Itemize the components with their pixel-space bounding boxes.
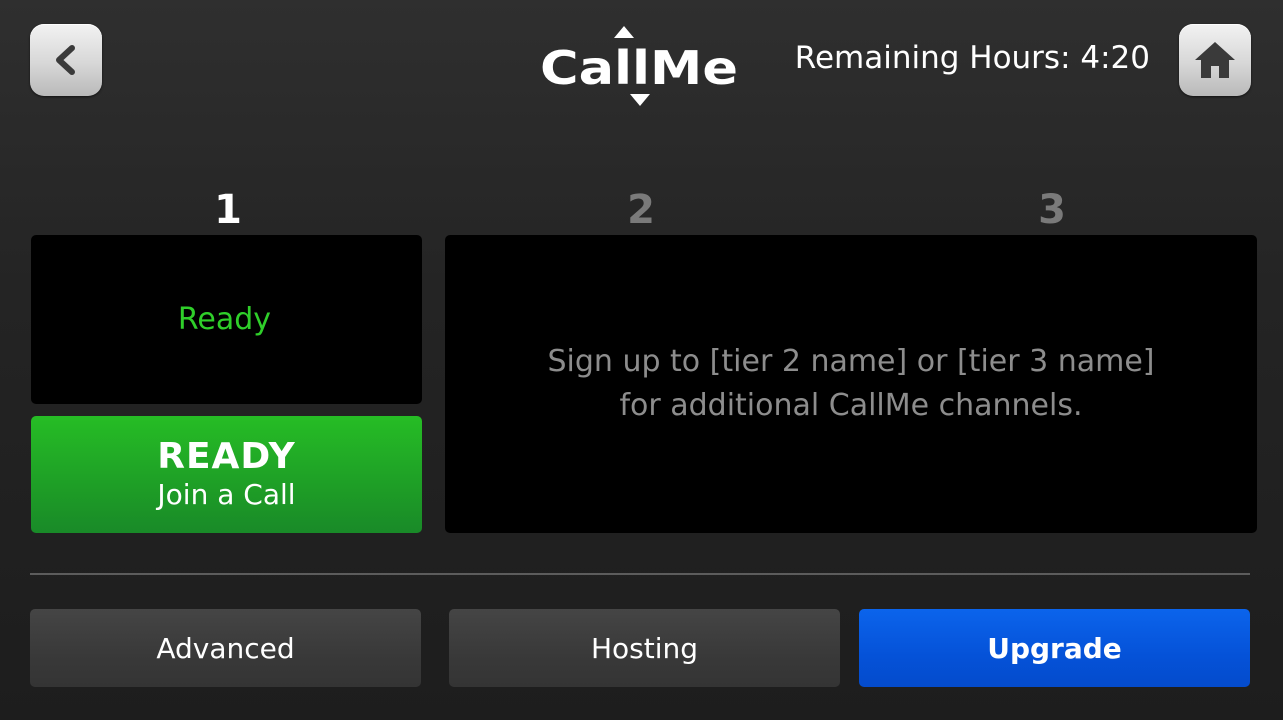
- hosting-button[interactable]: Hosting: [449, 609, 840, 687]
- upsell-line-1: Sign up to [tier 2 name] or [tier 3 name…: [547, 344, 1155, 379]
- advanced-button[interactable]: Advanced: [30, 609, 421, 687]
- channel-number-3: 3: [1038, 187, 1066, 233]
- upsell-panel: Sign up to [tier 2 name] or [tier 3 name…: [445, 235, 1257, 533]
- chevron-left-icon: [56, 45, 75, 75]
- channel-number-1: 1: [214, 187, 242, 233]
- home-button[interactable]: [1179, 24, 1251, 96]
- join-call-button-subtitle: Join a Call: [157, 477, 296, 511]
- divider: [30, 573, 1250, 575]
- upsell-line-2: for additional CallMe channels.: [619, 388, 1083, 423]
- upsell-message: Sign up to [tier 2 name] or [tier 3 name…: [547, 340, 1154, 428]
- logo-text: CallMe: [540, 41, 738, 95]
- remaining-hours: Remaining Hours: 4:20: [794, 40, 1150, 76]
- channel1-status-text: Ready: [177, 302, 272, 337]
- join-call-button[interactable]: READY Join a Call: [31, 416, 422, 533]
- channel-number-2: 2: [627, 187, 655, 233]
- back-button[interactable]: [30, 24, 102, 96]
- home-icon: [1195, 42, 1235, 78]
- callme-logo: CallMe: [536, 24, 746, 108]
- join-call-button-title: READY: [157, 435, 296, 477]
- upgrade-button[interactable]: Upgrade: [859, 609, 1250, 687]
- channel1-status-panel: Ready: [31, 235, 422, 404]
